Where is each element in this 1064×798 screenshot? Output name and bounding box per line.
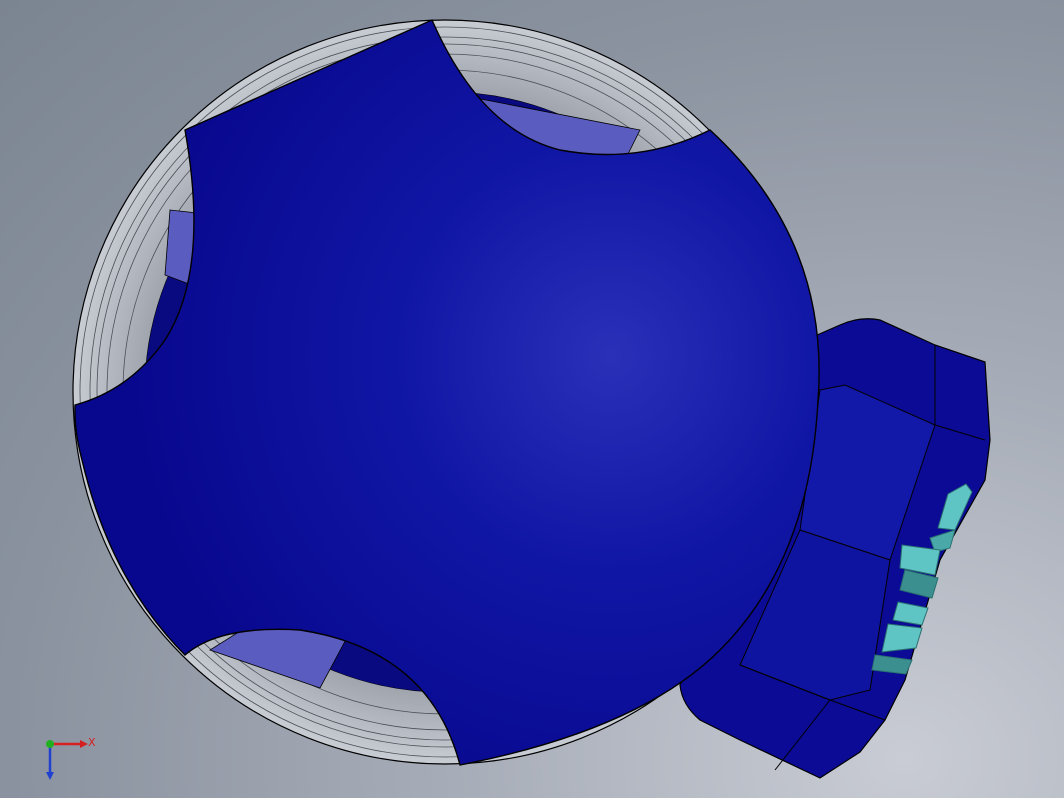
z-axis-arrowhead: [46, 772, 54, 780]
cad-model-scene[interactable]: [0, 0, 1064, 798]
graphics-viewport[interactable]: X: [0, 0, 1064, 798]
x-axis-label: X: [88, 736, 96, 749]
y-axis-origin: [46, 740, 54, 748]
sphere-body[interactable]: [74, 19, 820, 766]
x-axis-arrowhead: [80, 740, 88, 748]
coordinate-triad: X: [46, 736, 96, 780]
